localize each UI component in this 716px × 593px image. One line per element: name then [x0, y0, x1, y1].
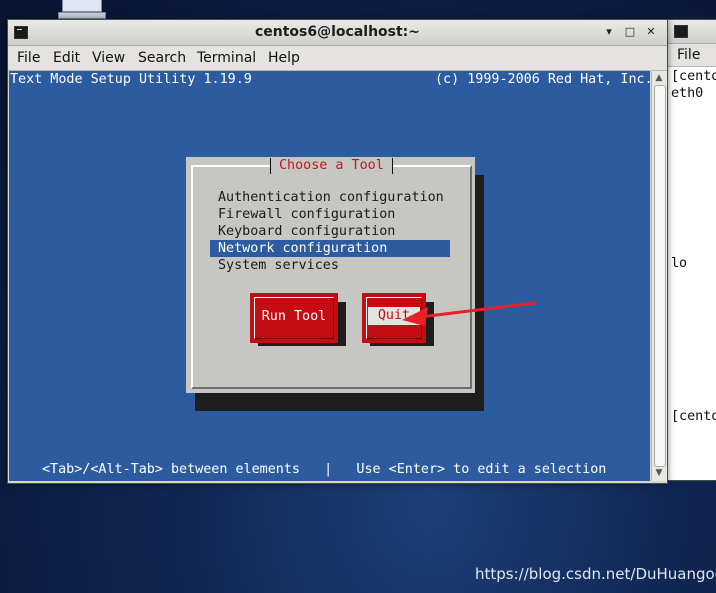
- secondary-titlebar[interactable]: [668, 20, 716, 44]
- setup-utility-header: Text Mode Setup Utility 1.19.9: [10, 72, 252, 87]
- menu-search[interactable]: Search: [138, 50, 186, 66]
- scrollbar-thumb[interactable]: [654, 85, 666, 467]
- watermark: https://blog.csdn.net/DuHuangod: [475, 565, 716, 583]
- secondary-line-4: [cento: [671, 409, 716, 424]
- terminal-window: centos6@localhost:~ ▾ □ ✕ File Edit View…: [7, 19, 668, 484]
- terminal-status-line: <Tab>/<Alt-Tab> between elements | Use <…: [42, 462, 607, 477]
- menu-view[interactable]: View: [92, 50, 125, 66]
- close-button[interactable]: ✕: [642, 23, 660, 41]
- secondary-terminal-window[interactable]: File [cento eth0 lo [cento: [667, 19, 716, 481]
- window-titlebar[interactable]: centos6@localhost:~ ▾ □ ✕: [8, 20, 667, 46]
- terminal-scrollbar[interactable]: ▲ ▼: [651, 71, 667, 481]
- monitor-base: [58, 12, 106, 19]
- tool-item-firewall[interactable]: Firewall configuration: [218, 206, 395, 223]
- choose-tool-dialog: Choose a Tool Authentication configurati…: [186, 157, 475, 393]
- quit-label: Quit: [368, 307, 420, 325]
- terminal-icon: [674, 25, 688, 38]
- run-tool-label: Run Tool: [261, 309, 327, 324]
- tool-item-system-services[interactable]: System services: [218, 257, 339, 274]
- menu-file[interactable]: File: [17, 50, 40, 66]
- monitor-shape: [62, 0, 102, 12]
- secondary-line-2: eth0: [671, 86, 704, 101]
- tool-item-authentication[interactable]: Authentication configuration: [218, 189, 444, 206]
- tool-item-keyboard[interactable]: Keyboard configuration: [218, 223, 395, 240]
- secondary-menu-file[interactable]: File: [677, 47, 700, 63]
- minimize-button[interactable]: ▾: [600, 23, 618, 41]
- run-tool-button[interactable]: Run Tool: [250, 293, 338, 343]
- dialog-title: Choose a Tool: [270, 158, 393, 174]
- window-title: centos6@localhost:~: [254, 24, 421, 40]
- menubar: File Edit View Search Terminal Help: [8, 46, 667, 71]
- secondary-menubar: File: [668, 44, 716, 67]
- secondary-line-1: [cento: [671, 69, 716, 84]
- terminal-screen[interactable]: Text Mode Setup Utility 1.19.9 (c) 1999-…: [9, 71, 650, 481]
- menu-terminal[interactable]: Terminal: [197, 50, 256, 66]
- computer-desktop-icon[interactable]: [58, 0, 106, 19]
- menu-help[interactable]: Help: [268, 50, 300, 66]
- tool-item-network-selected[interactable]: Network configuration: [210, 240, 450, 257]
- copyright-header: (c) 1999-2006 Red Hat, Inc.: [435, 72, 650, 87]
- scroll-down-arrow-icon[interactable]: ▼: [653, 467, 665, 479]
- quit-button[interactable]: Quit: [362, 293, 426, 343]
- maximize-button[interactable]: □: [621, 23, 639, 41]
- menu-edit[interactable]: Edit: [53, 50, 80, 66]
- scroll-up-arrow-icon[interactable]: ▲: [653, 72, 665, 84]
- secondary-line-3: lo: [671, 256, 688, 271]
